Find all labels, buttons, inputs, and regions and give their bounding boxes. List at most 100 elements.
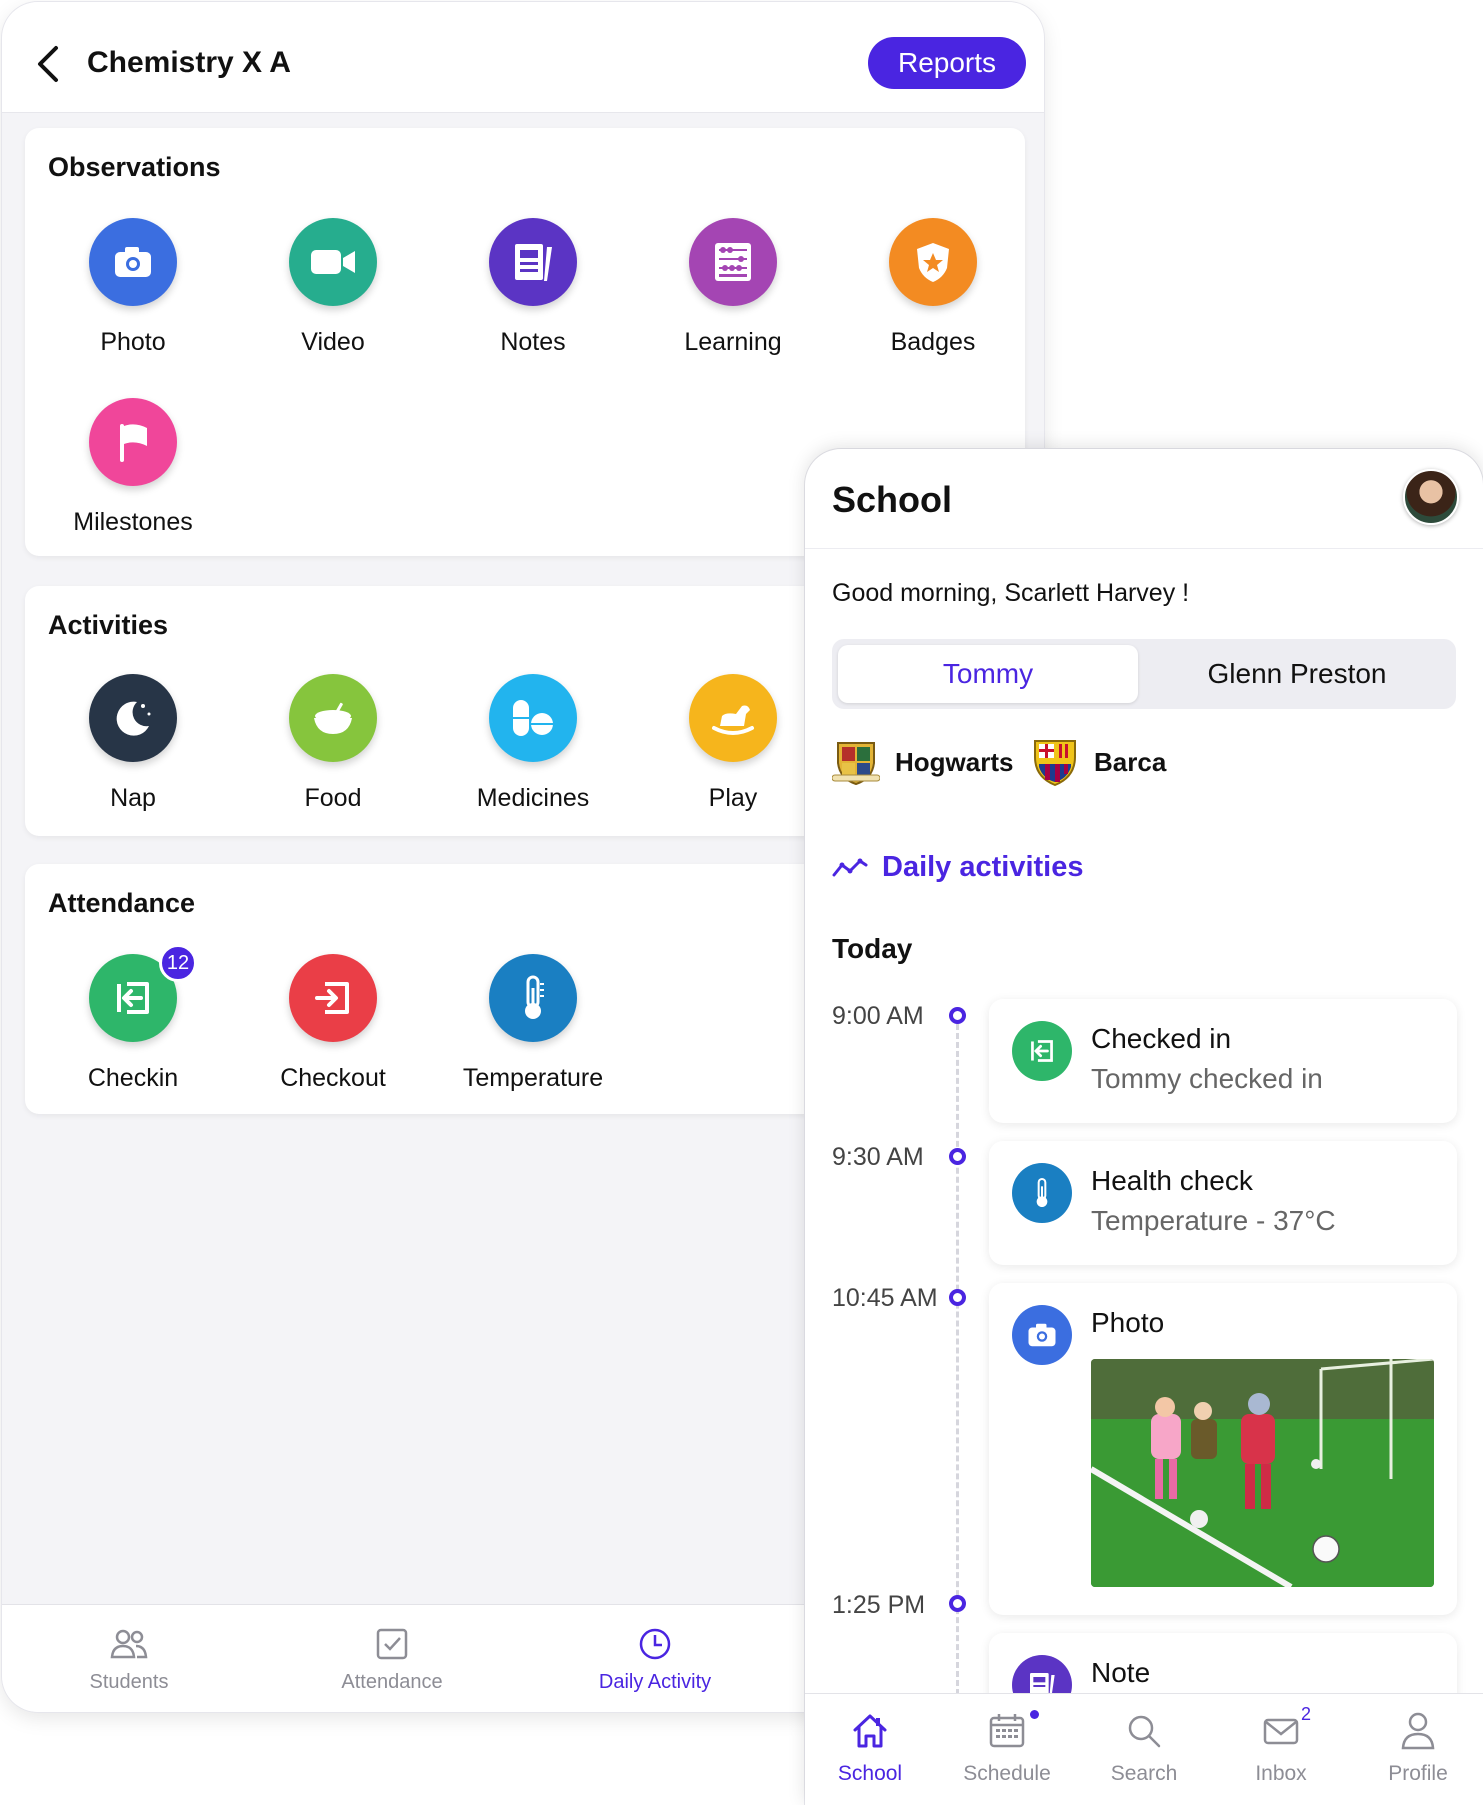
greeting-text: Good morning, Scarlett Harvey ! [832, 579, 1190, 607]
checkin-count-badge: 12 [159, 944, 197, 982]
parent-app: School Good morning, Scarlett Harvey ! T… [805, 449, 1483, 1805]
event-card-checked-in[interactable]: Checked in Tommy checked in [989, 999, 1457, 1123]
page-title: School [832, 479, 953, 520]
event-time: 9:00 AM [832, 1002, 924, 1030]
mail-icon: 2 [1221, 1704, 1341, 1754]
tile-label: Learning [684, 328, 782, 356]
activity-play[interactable]: Play [633, 674, 833, 813]
tab-label: Schedule [963, 1762, 1051, 1785]
tab-search[interactable]: Search [1084, 1708, 1204, 1786]
clock-icon [555, 1623, 755, 1665]
timeline-dot [949, 1148, 966, 1165]
school-header: School [805, 449, 1483, 549]
observation-badges[interactable]: Badges [833, 218, 1033, 357]
event-title: Note [1091, 1657, 1151, 1688]
tab-profile[interactable]: Profile [1358, 1708, 1478, 1786]
school-name: Barca [1094, 746, 1167, 777]
tile-label: Photo [100, 328, 166, 356]
today-heading: Today [832, 933, 913, 964]
tab-label: Profile [1388, 1762, 1448, 1785]
school-chip-barca[interactable]: Barca [1031, 737, 1166, 787]
event-title: Checked in [1091, 1023, 1232, 1054]
event-time: 9:30 AM [832, 1143, 924, 1171]
camera-icon [1012, 1305, 1072, 1365]
activity-nap[interactable]: Nap [33, 674, 233, 813]
camera-icon [89, 218, 177, 306]
tab-label: School [837, 1762, 903, 1785]
thermometer-icon [1012, 1163, 1072, 1223]
tile-label: Medicines [476, 784, 590, 812]
tab-school[interactable]: School [810, 1708, 930, 1786]
search-icon [1084, 1708, 1204, 1754]
rocking-horse-icon [689, 674, 777, 762]
checkbox-icon [292, 1623, 492, 1665]
tab-label: Daily Activity [598, 1671, 712, 1693]
pill-icon [489, 674, 577, 762]
thermometer-icon [489, 954, 577, 1042]
tile-label: Play [708, 784, 758, 812]
daily-activities-link[interactable]: Daily activities [832, 851, 1084, 884]
badge-icon [889, 218, 977, 306]
back-arrow-icon[interactable] [34, 42, 64, 86]
tile-label: Nap [110, 784, 156, 812]
child-tab-glenn-preston[interactable]: Glenn Preston [1144, 645, 1450, 703]
notes-icon [489, 218, 577, 306]
event-subtitle: Tommy checked in [1091, 1063, 1323, 1094]
observation-notes[interactable]: Notes [433, 218, 633, 357]
avatar[interactable] [1403, 469, 1459, 525]
event-card-health-check[interactable]: Health check Temperature - 37°C [989, 1141, 1457, 1265]
event-time: 1:25 PM [832, 1591, 926, 1619]
event-subtitle: Temperature - 37°C [1091, 1205, 1336, 1236]
tab-attendance[interactable]: Attendance [292, 1623, 492, 1694]
trend-line-icon [832, 858, 868, 876]
abacus-icon [689, 218, 777, 306]
activity-photo[interactable] [1091, 1359, 1434, 1587]
timeline-dot [949, 1289, 966, 1306]
observation-milestones[interactable]: Milestones [33, 398, 233, 537]
tile-label: Badges [890, 328, 976, 356]
timeline-dot [949, 1595, 966, 1612]
tile-label: Checkout [280, 1064, 386, 1092]
event-title: Photo [1091, 1307, 1165, 1338]
flag-icon [89, 398, 177, 486]
person-icon [1358, 1708, 1478, 1754]
tab-daily-activity[interactable]: Daily Activity [555, 1623, 755, 1694]
bowl-icon [289, 674, 377, 762]
tile-label: Milestones [73, 508, 193, 536]
school-chip-hogwarts[interactable]: Hogwarts [832, 737, 1013, 787]
tab-students[interactable]: Students [29, 1623, 229, 1694]
child-tab-tommy[interactable]: Tommy [838, 645, 1138, 703]
observation-video[interactable]: Video [233, 218, 433, 357]
observation-learning[interactable]: Learning [633, 218, 833, 357]
students-icon [29, 1623, 229, 1665]
tile-label: Video [301, 328, 365, 356]
activities-title: Activities [48, 610, 169, 640]
home-icon [810, 1708, 930, 1754]
inbox-count: 2 [1301, 1704, 1312, 1724]
event-time: 10:45 AM [832, 1284, 938, 1312]
calendar-icon [947, 1708, 1067, 1754]
child-switcher: Tommy Glenn Preston [832, 639, 1456, 709]
tab-schedule[interactable]: Schedule [947, 1708, 1067, 1786]
checkout-icon [289, 954, 377, 1042]
reports-button[interactable]: Reports [868, 37, 1026, 89]
attendance-checkin[interactable]: 12 Checkin [33, 944, 233, 1093]
activity-food[interactable]: Food [233, 674, 433, 813]
schedule-indicator-dot [1030, 1710, 1039, 1719]
tab-inbox[interactable]: 2 Inbox [1221, 1704, 1341, 1786]
tab-label: Students [89, 1671, 169, 1693]
activity-medicines[interactable]: Medicines [433, 674, 633, 813]
school-name: Hogwarts [895, 746, 1014, 777]
tile-label: Temperature [462, 1064, 604, 1092]
tile-label: Food [304, 784, 362, 812]
checkin-icon [1012, 1021, 1072, 1081]
parent-tab-bar: School Schedule Search 2 Inbox Profile [805, 1693, 1483, 1805]
event-card-photo[interactable]: Photo [989, 1283, 1457, 1615]
event-title: Health check [1091, 1165, 1253, 1196]
moon-icon [89, 674, 177, 762]
observation-photo[interactable]: Photo [33, 218, 233, 357]
tab-label: Search [1110, 1762, 1178, 1785]
attendance-checkout[interactable]: Checkout [233, 954, 433, 1093]
video-icon [289, 218, 377, 306]
attendance-temperature[interactable]: Temperature [433, 954, 633, 1093]
